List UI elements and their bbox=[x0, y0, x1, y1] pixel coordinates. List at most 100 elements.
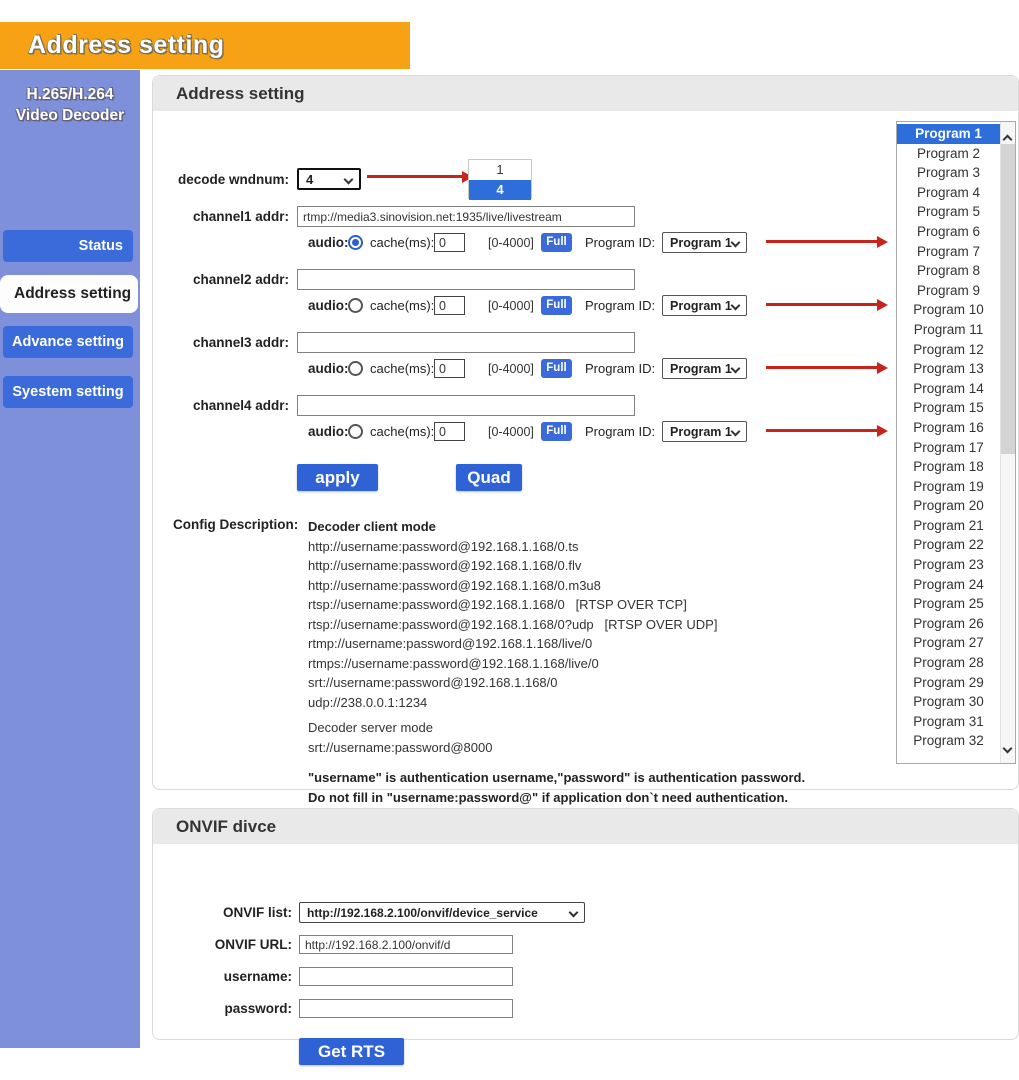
program-list-item[interactable]: Program 16 bbox=[897, 418, 1000, 438]
onvif-panel: ONVIF divce ONVIF list: http://192.168.2… bbox=[152, 808, 1019, 1040]
sidebar-item-advance-setting[interactable]: Advance setting bbox=[3, 326, 133, 358]
decode-wndnum-select[interactable]: 4 bbox=[297, 168, 361, 190]
program-list-item[interactable]: Program 4 bbox=[897, 183, 1000, 203]
program-list-item[interactable]: Program 30 bbox=[897, 692, 1000, 712]
program-list-item[interactable]: Program 29 bbox=[897, 673, 1000, 693]
username-label: username: bbox=[153, 966, 292, 987]
username-input[interactable] bbox=[299, 967, 513, 986]
scroll-up-icon[interactable] bbox=[1004, 130, 1011, 148]
onvif-list-value: http://192.168.2.100/onvif/device_servic… bbox=[307, 906, 538, 920]
program-list-item[interactable]: Program 14 bbox=[897, 379, 1000, 399]
program-id-select[interactable]: Program 1 bbox=[662, 295, 747, 316]
decode-wndnum-label: decode wndnum: bbox=[153, 169, 289, 190]
program-id-select[interactable]: Program 1 bbox=[662, 421, 747, 442]
apply-button[interactable]: apply bbox=[297, 464, 378, 491]
scrollbar-thumb[interactable] bbox=[1001, 144, 1015, 454]
config-line: Decoder server mode bbox=[308, 718, 805, 738]
program-id-select[interactable]: Program 1 bbox=[662, 232, 747, 253]
program-list-item[interactable]: Program 23 bbox=[897, 555, 1000, 575]
program-list-item[interactable]: Program 20 bbox=[897, 496, 1000, 516]
program-list-item[interactable]: Program 25 bbox=[897, 594, 1000, 614]
audio-radio[interactable] bbox=[348, 298, 363, 313]
full-button[interactable]: Full bbox=[541, 233, 572, 252]
channel-addr-input[interactable] bbox=[297, 332, 635, 353]
cache-range-hint: [0-4000] bbox=[488, 299, 534, 313]
decode-option-4[interactable]: 4 bbox=[469, 180, 531, 200]
program-id-select[interactable]: Program 1 bbox=[662, 358, 747, 379]
quad-button[interactable]: Quad bbox=[456, 464, 522, 491]
cache-label: cache(ms): bbox=[370, 361, 434, 376]
program-list-item[interactable]: Program 6 bbox=[897, 222, 1000, 242]
config-line: srt://username:password@8000 bbox=[308, 738, 805, 758]
cache-range-hint: [0-4000] bbox=[488, 362, 534, 376]
channel-addr-input[interactable] bbox=[297, 269, 635, 290]
config-line: http://username:password@192.168.1.168/0… bbox=[308, 537, 805, 557]
channel-row: channel3 addr: audio: cache(ms): [0-4000… bbox=[153, 332, 913, 387]
program-list-item[interactable]: Program 10 bbox=[897, 300, 1000, 320]
sidebar-item-address-setting[interactable]: Address setting bbox=[0, 275, 138, 313]
red-arrow-decode bbox=[367, 175, 463, 178]
program-list-item[interactable]: Program 7 bbox=[897, 242, 1000, 262]
sidebar-item-status[interactable]: Status bbox=[3, 230, 133, 262]
onvif-url-input[interactable] bbox=[299, 935, 513, 954]
program-list-item[interactable]: Program 26 bbox=[897, 614, 1000, 634]
full-button[interactable]: Full bbox=[541, 422, 572, 441]
onvif-list-select[interactable]: http://192.168.2.100/onvif/device_servic… bbox=[299, 902, 585, 923]
audio-radio[interactable] bbox=[348, 235, 363, 250]
program-list-item[interactable]: Program 21 bbox=[897, 516, 1000, 536]
scroll-down-icon[interactable] bbox=[1004, 739, 1011, 757]
program-list-item[interactable]: Program 32 bbox=[897, 731, 1000, 751]
decode-option-1[interactable]: 1 bbox=[469, 160, 531, 180]
channel-addr-label: channel2 addr: bbox=[153, 269, 289, 290]
program-list-item[interactable]: Program 22 bbox=[897, 535, 1000, 555]
full-button[interactable]: Full bbox=[541, 359, 572, 378]
address-setting-panel: Address setting decode wndnum: 4 1 4 cha… bbox=[152, 75, 1019, 790]
cache-input[interactable] bbox=[434, 296, 465, 315]
program-id-label: Program ID: bbox=[585, 298, 655, 313]
config-line: rtmps://username:password@192.168.1.168/… bbox=[308, 654, 805, 674]
onvif-list-label: ONVIF list: bbox=[153, 902, 292, 923]
program-list-item[interactable]: Program 27 bbox=[897, 633, 1000, 653]
channel-addr-input[interactable] bbox=[297, 206, 635, 227]
program-list-item[interactable]: Program 19 bbox=[897, 477, 1000, 497]
config-line: Decoder client mode bbox=[308, 517, 805, 537]
program-list-item[interactable]: Program 11 bbox=[897, 320, 1000, 340]
config-line: http://username:password@192.168.1.168/0… bbox=[308, 576, 805, 596]
program-list-item[interactable]: Program 2 bbox=[897, 144, 1000, 164]
program-list-item[interactable]: Program 18 bbox=[897, 457, 1000, 477]
program-id-label: Program ID: bbox=[585, 424, 655, 439]
program-list-item[interactable]: Program 13 bbox=[897, 359, 1000, 379]
cache-input[interactable] bbox=[434, 233, 465, 252]
cache-range-hint: [0-4000] bbox=[488, 236, 534, 250]
program-list-item[interactable]: Program 31 bbox=[897, 712, 1000, 732]
program-list-item[interactable]: Program 24 bbox=[897, 575, 1000, 595]
program-list-item[interactable]: Program 17 bbox=[897, 438, 1000, 458]
audio-radio[interactable] bbox=[348, 424, 363, 439]
cache-input[interactable] bbox=[434, 359, 465, 378]
channel-addr-input[interactable] bbox=[297, 395, 635, 416]
program-list-item[interactable]: Program 9 bbox=[897, 281, 1000, 301]
channel-audio-row: audio: cache(ms): [0-4000] Full Program … bbox=[153, 295, 913, 317]
get-rts-button[interactable]: Get RTS bbox=[299, 1038, 404, 1065]
program-id-value: Program 1 bbox=[670, 362, 732, 376]
chevron-down-icon bbox=[731, 238, 741, 248]
page-banner: Address setting bbox=[0, 22, 410, 69]
program-list-item[interactable]: Program 3 bbox=[897, 163, 1000, 183]
program-list-item[interactable]: Program 12 bbox=[897, 340, 1000, 360]
program-list-scrollbar[interactable] bbox=[1000, 122, 1015, 763]
password-input[interactable] bbox=[299, 999, 513, 1018]
audio-radio[interactable] bbox=[348, 361, 363, 376]
cache-input[interactable] bbox=[434, 422, 465, 441]
program-list-item[interactable]: Program 15 bbox=[897, 398, 1000, 418]
program-list-item[interactable]: Program 5 bbox=[897, 202, 1000, 222]
program-list-item[interactable]: Program 8 bbox=[897, 261, 1000, 281]
channel-addr-label: channel1 addr: bbox=[153, 206, 289, 227]
chevron-down-icon bbox=[731, 427, 741, 437]
program-id-value: Program 1 bbox=[670, 299, 732, 313]
onvif-url-label: ONVIF URL: bbox=[153, 934, 292, 955]
full-button[interactable]: Full bbox=[541, 296, 572, 315]
sidebar-item-system-setting[interactable]: Syestem setting bbox=[3, 376, 133, 408]
program-list-item[interactable]: Program 28 bbox=[897, 653, 1000, 673]
device-title: H.265/H.264 Video Decoder bbox=[0, 84, 140, 126]
program-list-item[interactable]: Program 1 bbox=[897, 124, 1000, 144]
